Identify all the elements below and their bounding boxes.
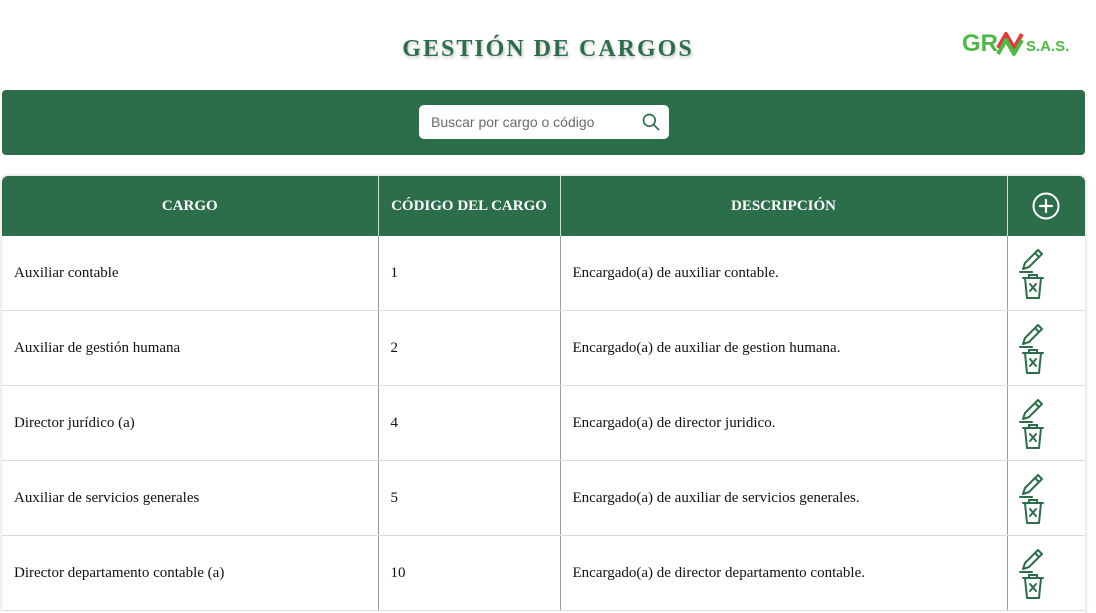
cell-cargo: Auxiliar de servicios generales [2, 460, 379, 536]
trash-icon[interactable] [1020, 272, 1046, 300]
search-icon[interactable] [641, 112, 661, 132]
table-header-row: CARGO CÓDIGO DEL CARGO DESCRIPCIÓN [2, 176, 1085, 236]
trash-icon[interactable] [1020, 572, 1046, 600]
cell-descripcion: Encargado(a) de auxiliar de servicios ge… [560, 460, 1008, 536]
cell-cargo: Auxiliar de gestión humana [2, 310, 379, 386]
logo-emblem [996, 32, 1024, 56]
cell-descripcion: Encargado(a) de director departamento co… [560, 535, 1008, 611]
row-actions [1008, 311, 1086, 385]
cell-descripcion: Encargado(a) de auxiliar contable. [560, 236, 1008, 311]
column-header-descripcion: DESCRIPCIÓN [560, 176, 1008, 236]
cell-descripcion: Encargado(a) de director juridico. [560, 385, 1008, 461]
cell-actions [1007, 385, 1086, 461]
cell-codigo: 1 [378, 236, 561, 311]
table-row: Auxiliar de gestión humana 2 Encargado(a… [2, 310, 1086, 386]
table-row: Auxiliar contable 1 Encargado(a) de auxi… [2, 236, 1085, 311]
page-header: GESTIÓN DE CARGOS GR S.A.S. [0, 0, 1096, 90]
cell-codigo: 5 [378, 460, 561, 536]
cell-codigo: 10 [378, 535, 561, 611]
cell-actions [1007, 310, 1086, 386]
cell-cargo: Auxiliar contable [2, 236, 379, 311]
row-actions [1008, 461, 1086, 535]
trash-icon[interactable] [1020, 347, 1046, 375]
table-row: Auxiliar de servicios generales 5 Encarg… [2, 460, 1086, 536]
search-bar [2, 90, 1085, 155]
logo-text-left: GR [962, 30, 998, 57]
column-header-actions [1007, 176, 1085, 236]
search-input[interactable] [419, 105, 629, 139]
pencil-icon[interactable] [1018, 246, 1046, 274]
cell-actions [1007, 236, 1085, 311]
cargos-table-container: CARGO CÓDIGO DEL CARGO DESCRIPCIÓN Auxil… [2, 176, 1085, 613]
logo-text-right: S.A.S. [1026, 38, 1069, 55]
page-title: GESTIÓN DE CARGOS [402, 36, 694, 62]
row-actions [1008, 536, 1086, 610]
column-header-codigo: CÓDIGO DEL CARGO [378, 176, 561, 236]
cell-cargo: Director jurídico (a) [2, 385, 379, 461]
table-row: Director departamento contable (a) 10 En… [2, 535, 1086, 611]
cell-codigo: 2 [378, 310, 561, 386]
table-row: Director jurídico (a) 4 Encargado(a) de … [2, 385, 1086, 461]
trash-icon[interactable] [1020, 422, 1046, 450]
cell-actions [1007, 460, 1086, 536]
column-header-cargo: CARGO [2, 176, 379, 236]
row-actions [1008, 236, 1086, 310]
cell-actions [1007, 535, 1086, 611]
cell-codigo: 4 [378, 385, 561, 461]
pencil-icon[interactable] [1018, 396, 1046, 424]
company-logo: GR S.A.S. [962, 30, 1069, 57]
row-actions [1008, 386, 1086, 460]
cell-descripcion: Encargado(a) de auxiliar de gestion huma… [560, 310, 1008, 386]
cargos-table: CARGO CÓDIGO DEL CARGO DESCRIPCIÓN Auxil… [2, 176, 1085, 611]
search-box [419, 105, 669, 139]
pencil-icon[interactable] [1018, 471, 1046, 499]
plus-circle-icon[interactable] [1031, 191, 1061, 221]
pencil-icon[interactable] [1018, 321, 1046, 349]
trash-icon[interactable] [1020, 497, 1046, 525]
pencil-icon[interactable] [1018, 546, 1046, 574]
cell-cargo: Director departamento contable (a) [2, 535, 379, 611]
